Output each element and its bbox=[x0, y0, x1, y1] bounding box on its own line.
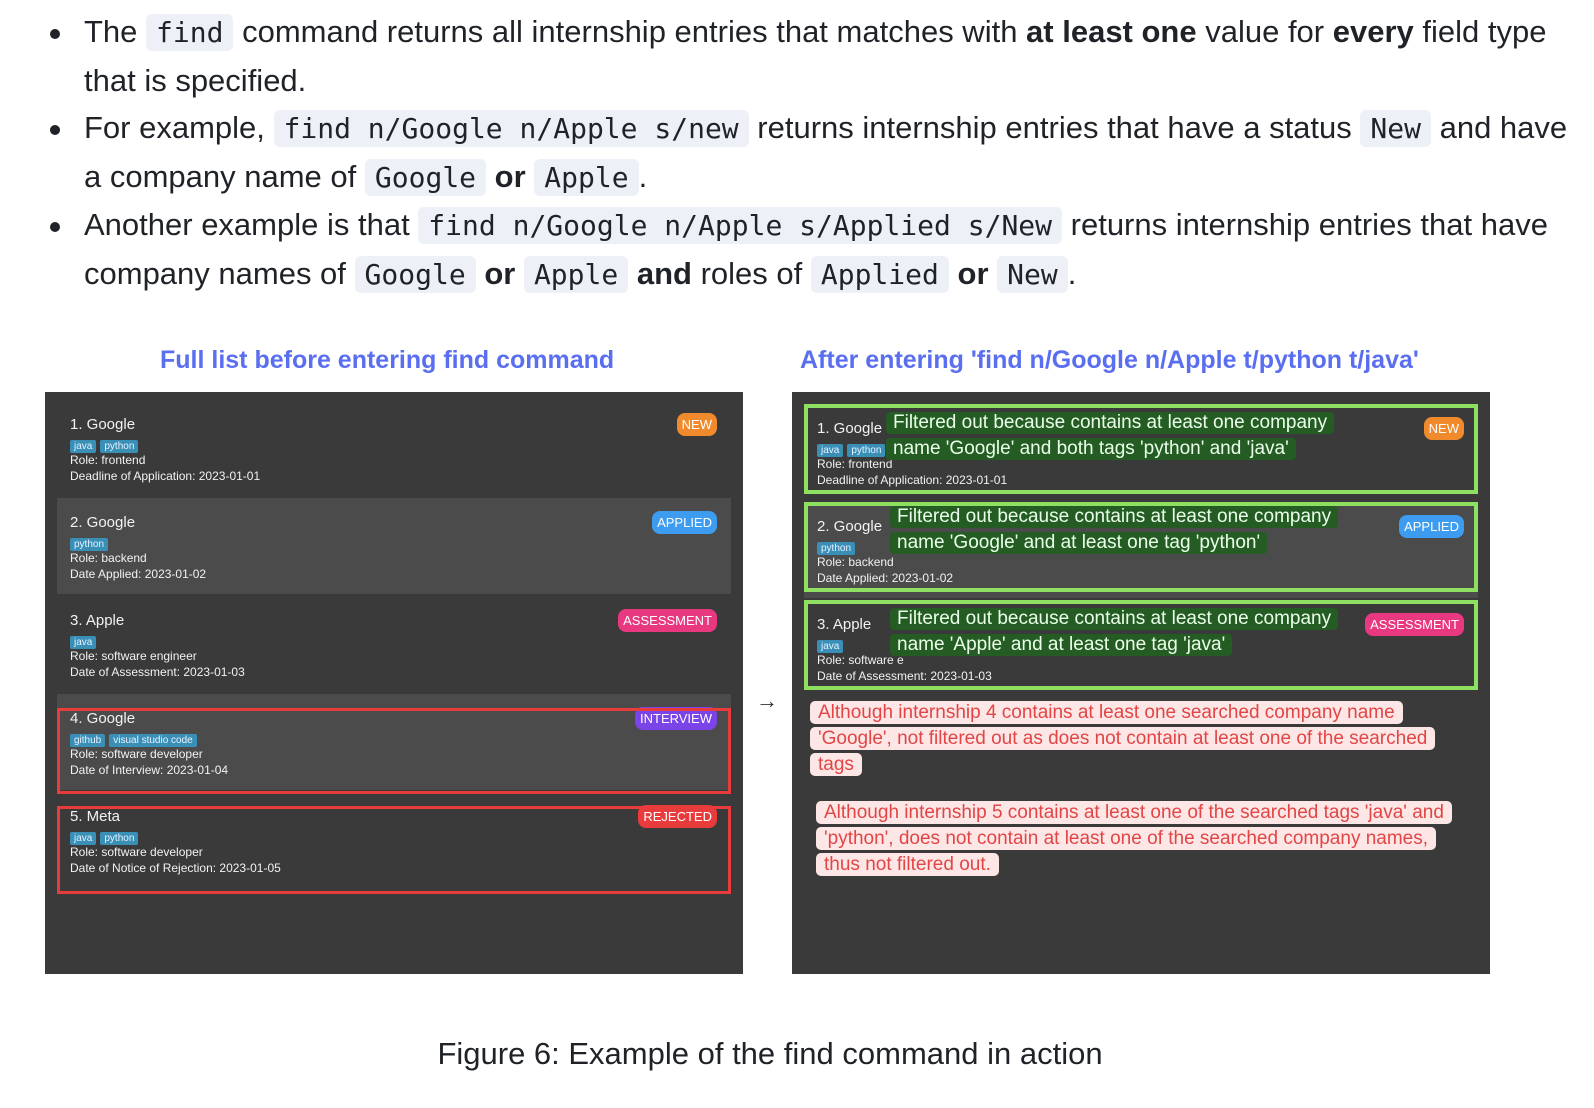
status-badge: ASSESSMENT bbox=[618, 609, 717, 632]
card-role: Role: software engineer bbox=[70, 649, 197, 663]
bullet-item-1: The find command returns all internship … bbox=[44, 8, 1574, 104]
text: For example, bbox=[84, 110, 274, 145]
bullet-item-3: Another example is that find n/Google n/… bbox=[44, 201, 1574, 298]
inline-code: New bbox=[997, 255, 1068, 293]
text: . bbox=[638, 158, 648, 194]
text: . bbox=[1067, 255, 1077, 291]
note-line: name 'Apple' and at least one tag 'java' bbox=[890, 634, 1233, 656]
tag: java bbox=[70, 636, 97, 649]
card-role: Role: backend bbox=[70, 551, 147, 565]
bold-text: at least one bbox=[1026, 14, 1197, 49]
card-date: Deadline of Application: 2023-01-01 bbox=[70, 469, 261, 483]
note-line: Filtered out because contains at least o… bbox=[890, 608, 1339, 630]
left-screenshot-panel: 1. Google java python Role: frontend Dead… bbox=[45, 392, 743, 974]
text: Another example is that bbox=[84, 207, 419, 242]
bold-text: or bbox=[484, 255, 516, 291]
card-name: 1. Google bbox=[70, 416, 136, 433]
bold-text: or bbox=[957, 255, 989, 291]
card-tags: java python bbox=[70, 436, 142, 453]
right-screenshot-panel: 1. Google java python Role: frontend Dead… bbox=[792, 392, 1490, 974]
bullet-item-2: For example, find n/Google n/Apple s/new… bbox=[44, 104, 1574, 201]
arrow-icon: → bbox=[756, 688, 778, 713]
tag: python bbox=[70, 538, 109, 551]
note-line: Filtered out because contains at least o… bbox=[886, 412, 1335, 434]
inline-code: find n/Google n/Apple s/new bbox=[273, 110, 749, 147]
note-line: Filtered out because contains at least o… bbox=[890, 506, 1339, 528]
card-role: Role: frontend bbox=[70, 453, 146, 467]
internship-card-2: 2. Google python Role: backend Date Appl… bbox=[57, 498, 731, 594]
inline-code: Apple bbox=[534, 158, 639, 196]
left-figure-title: Full list before entering find command bbox=[160, 346, 615, 374]
tag: java bbox=[70, 440, 97, 453]
inline-code: Applied bbox=[810, 255, 949, 293]
text: command returns all internship entries t… bbox=[233, 14, 1027, 49]
not-filtered-note: Although internship 4 contains at least … bbox=[810, 700, 1470, 778]
right-figure-title: After entering 'find n/Google n/Apple t/… bbox=[800, 346, 1419, 374]
inline-code: New bbox=[1360, 110, 1431, 147]
filter-note: Filtered out because contains at least o… bbox=[890, 606, 1350, 658]
tag: python bbox=[100, 440, 139, 453]
text: roles of bbox=[691, 255, 811, 291]
card-tags: python bbox=[70, 534, 112, 551]
internship-card-3: 3. Apple java Role: software engineer Da… bbox=[57, 596, 731, 692]
filter-note: Filtered out because contains at least o… bbox=[890, 504, 1350, 556]
status-badge: NEW bbox=[676, 413, 717, 436]
inline-code: Apple bbox=[523, 255, 629, 293]
inline-code: find n/Google n/Apple s/Applied s/New bbox=[418, 207, 1063, 244]
bullet-list: The find command returns all internship … bbox=[44, 8, 1574, 298]
bold-text: and bbox=[636, 255, 692, 291]
note-text: Although internship 4 contains at least … bbox=[810, 701, 1436, 776]
note-line: name 'Google' and at least one tag 'pyth… bbox=[890, 532, 1268, 554]
note-line: name 'Google' and both tags 'python' and… bbox=[886, 438, 1296, 460]
inline-code: Google bbox=[354, 255, 476, 293]
not-filtered-note: Although internship 5 contains at least … bbox=[816, 800, 1456, 878]
card-name: 3. Apple bbox=[70, 612, 125, 629]
inline-code: find bbox=[146, 14, 234, 51]
card-date: Date Applied: 2023-01-02 bbox=[70, 567, 207, 581]
status-badge: APPLIED bbox=[652, 511, 717, 534]
highlight-box-not-filtered bbox=[57, 708, 731, 794]
figure-caption: Figure 6: Example of the find command in… bbox=[437, 1036, 1103, 1071]
text: returns internship entries that have a s… bbox=[748, 110, 1361, 145]
bold-text: every bbox=[1332, 14, 1414, 49]
card-date: Date of Assessment: 2023-01-03 bbox=[70, 665, 245, 679]
card-name: 2. Google bbox=[70, 514, 136, 531]
internship-card-1: 1. Google java python Role: frontend Dead… bbox=[57, 400, 731, 496]
filter-note: Filtered out because contains at least o… bbox=[886, 410, 1346, 462]
text: value for bbox=[1196, 14, 1333, 49]
highlight-box-not-filtered bbox=[57, 806, 731, 894]
text: The bbox=[84, 14, 147, 49]
bold-text: or bbox=[494, 158, 526, 194]
note-text: Although internship 5 contains at least … bbox=[816, 801, 1452, 876]
inline-code: Google bbox=[364, 158, 487, 196]
card-tags: java bbox=[70, 632, 100, 649]
